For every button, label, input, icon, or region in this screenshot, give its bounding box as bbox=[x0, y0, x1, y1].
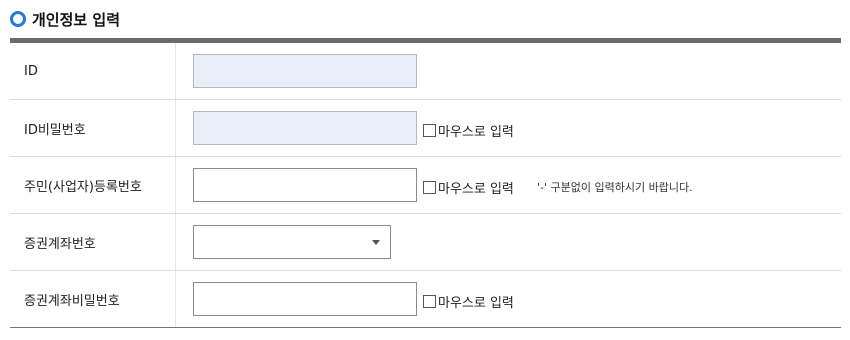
account-password-label: 증권계좌비밀번호 bbox=[10, 271, 176, 327]
registration-mouse-option[interactable]: 마우스로 입력 bbox=[423, 178, 514, 197]
account-number-label: 증권계좌번호 bbox=[10, 214, 176, 270]
registration-hint: '-' 구분없이 입력하시기 바랍니다. bbox=[537, 181, 693, 194]
id-password-label: ID비밀번호 bbox=[10, 100, 176, 156]
chevron-down-icon bbox=[372, 240, 380, 245]
account-password-mouse-label: 마우스로 입력 bbox=[438, 296, 514, 311]
id-label: ID bbox=[10, 43, 176, 99]
registration-number-input[interactable] bbox=[193, 168, 417, 202]
row-id-password: ID비밀번호 마우스로 입력 bbox=[10, 100, 841, 157]
id-password-input[interactable] bbox=[193, 111, 417, 145]
section-title: 개인정보 입력 bbox=[32, 10, 121, 29]
account-password-input[interactable] bbox=[193, 282, 417, 316]
row-account-password: 증권계좌비밀번호 마우스로 입력 bbox=[10, 271, 841, 328]
ring-icon bbox=[10, 11, 26, 27]
row-account-number: 증권계좌번호 bbox=[10, 214, 841, 271]
id-password-mouse-checkbox[interactable] bbox=[423, 124, 436, 137]
row-id: ID bbox=[10, 43, 841, 100]
account-password-mouse-checkbox[interactable] bbox=[423, 295, 436, 308]
registration-number-label: 주민(사업자)등록번호 bbox=[10, 157, 176, 213]
id-input[interactable] bbox=[193, 54, 417, 88]
account-password-mouse-option[interactable]: 마우스로 입력 bbox=[423, 292, 514, 311]
section-header: 개인정보 입력 bbox=[10, 8, 120, 30]
registration-mouse-checkbox[interactable] bbox=[423, 181, 436, 194]
id-password-mouse-option[interactable]: 마우스로 입력 bbox=[423, 121, 514, 140]
row-registration-number: 주민(사업자)등록번호 마우스로 입력 '-' 구분없이 입력하시기 바랍니다. bbox=[10, 157, 841, 214]
account-number-select[interactable] bbox=[193, 225, 391, 259]
registration-mouse-label: 마우스로 입력 bbox=[438, 182, 514, 197]
id-password-mouse-label: 마우스로 입력 bbox=[438, 125, 514, 140]
